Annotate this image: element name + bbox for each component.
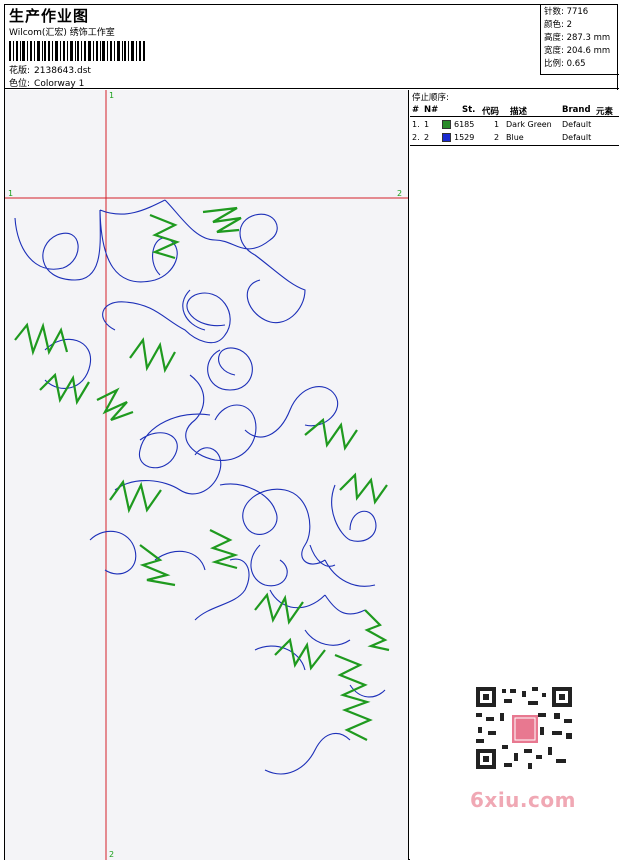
embroidery-preview [5, 90, 408, 860]
green-zigzag-stitch [14, 206, 390, 741]
qr-code-icon [468, 683, 580, 773]
stats-box: 针数: 7716 颜色: 2 高度: 287.3 mm 宽度: 204.6 mm… [540, 5, 619, 75]
design-row: 花版: 2138643.dst [9, 63, 91, 76]
col-brand: Brand [562, 105, 591, 115]
marker-horizontal-left: 1 [8, 189, 14, 198]
col-stitches: St. [462, 105, 476, 115]
colorway-label: 色位: [9, 79, 31, 89]
design-canvas[interactable]: 1 2 1 2 [5, 90, 409, 860]
color-swatch-dark-green [442, 120, 451, 129]
stop-row-1: 1. 1 6185 1 Dark Green Default [412, 120, 592, 129]
design-label: 花版: [9, 66, 31, 76]
color-swatch-blue [442, 133, 451, 142]
col-description: 描述 [510, 107, 528, 117]
panel-divider [410, 145, 619, 146]
software-subtitle: Wilcom(汇宏) 绣饰工作室 [9, 28, 115, 38]
colorway-row: 色位: Colorway 1 [9, 76, 84, 89]
col-element: 元素 [596, 107, 614, 117]
stat-stitches: 针数: 7716 [544, 7, 589, 17]
stop-sequence-header: # N# St. 代码 描述 Brand 元素 [410, 104, 619, 117]
worksheet-header: 生产作业图 Wilcom(汇宏) 绣饰工作室 花版: 2138643.dst 色… [5, 5, 619, 89]
col-index: # [412, 105, 420, 115]
stat-scale: 比例: 0.65 [544, 59, 586, 69]
stop-sequence-title: 停止顺序: [412, 93, 449, 103]
col-needle: N# [424, 105, 439, 115]
stat-colors: 颜色: 2 [544, 20, 572, 30]
design-filename: 2138643.dst [34, 66, 91, 76]
page-title: 生产作业图 [9, 7, 90, 25]
stat-width: 宽度: 204.6 mm [544, 46, 611, 56]
col-code: 代码 [482, 107, 500, 117]
stop-row-2: 2. 2 1529 2 Blue Default [412, 133, 592, 142]
marker-horizontal-right: 2 [397, 189, 403, 198]
barcode-icon [9, 41, 145, 61]
stat-height: 高度: 287.3 mm [544, 33, 611, 43]
watermark-text: 6xiu.com [470, 788, 576, 812]
blue-outline-stitch [14, 199, 386, 775]
marker-vertical-top: 1 [109, 91, 115, 100]
colorway-value: Colorway 1 [34, 79, 85, 89]
marker-vertical-bottom: 2 [109, 850, 115, 859]
